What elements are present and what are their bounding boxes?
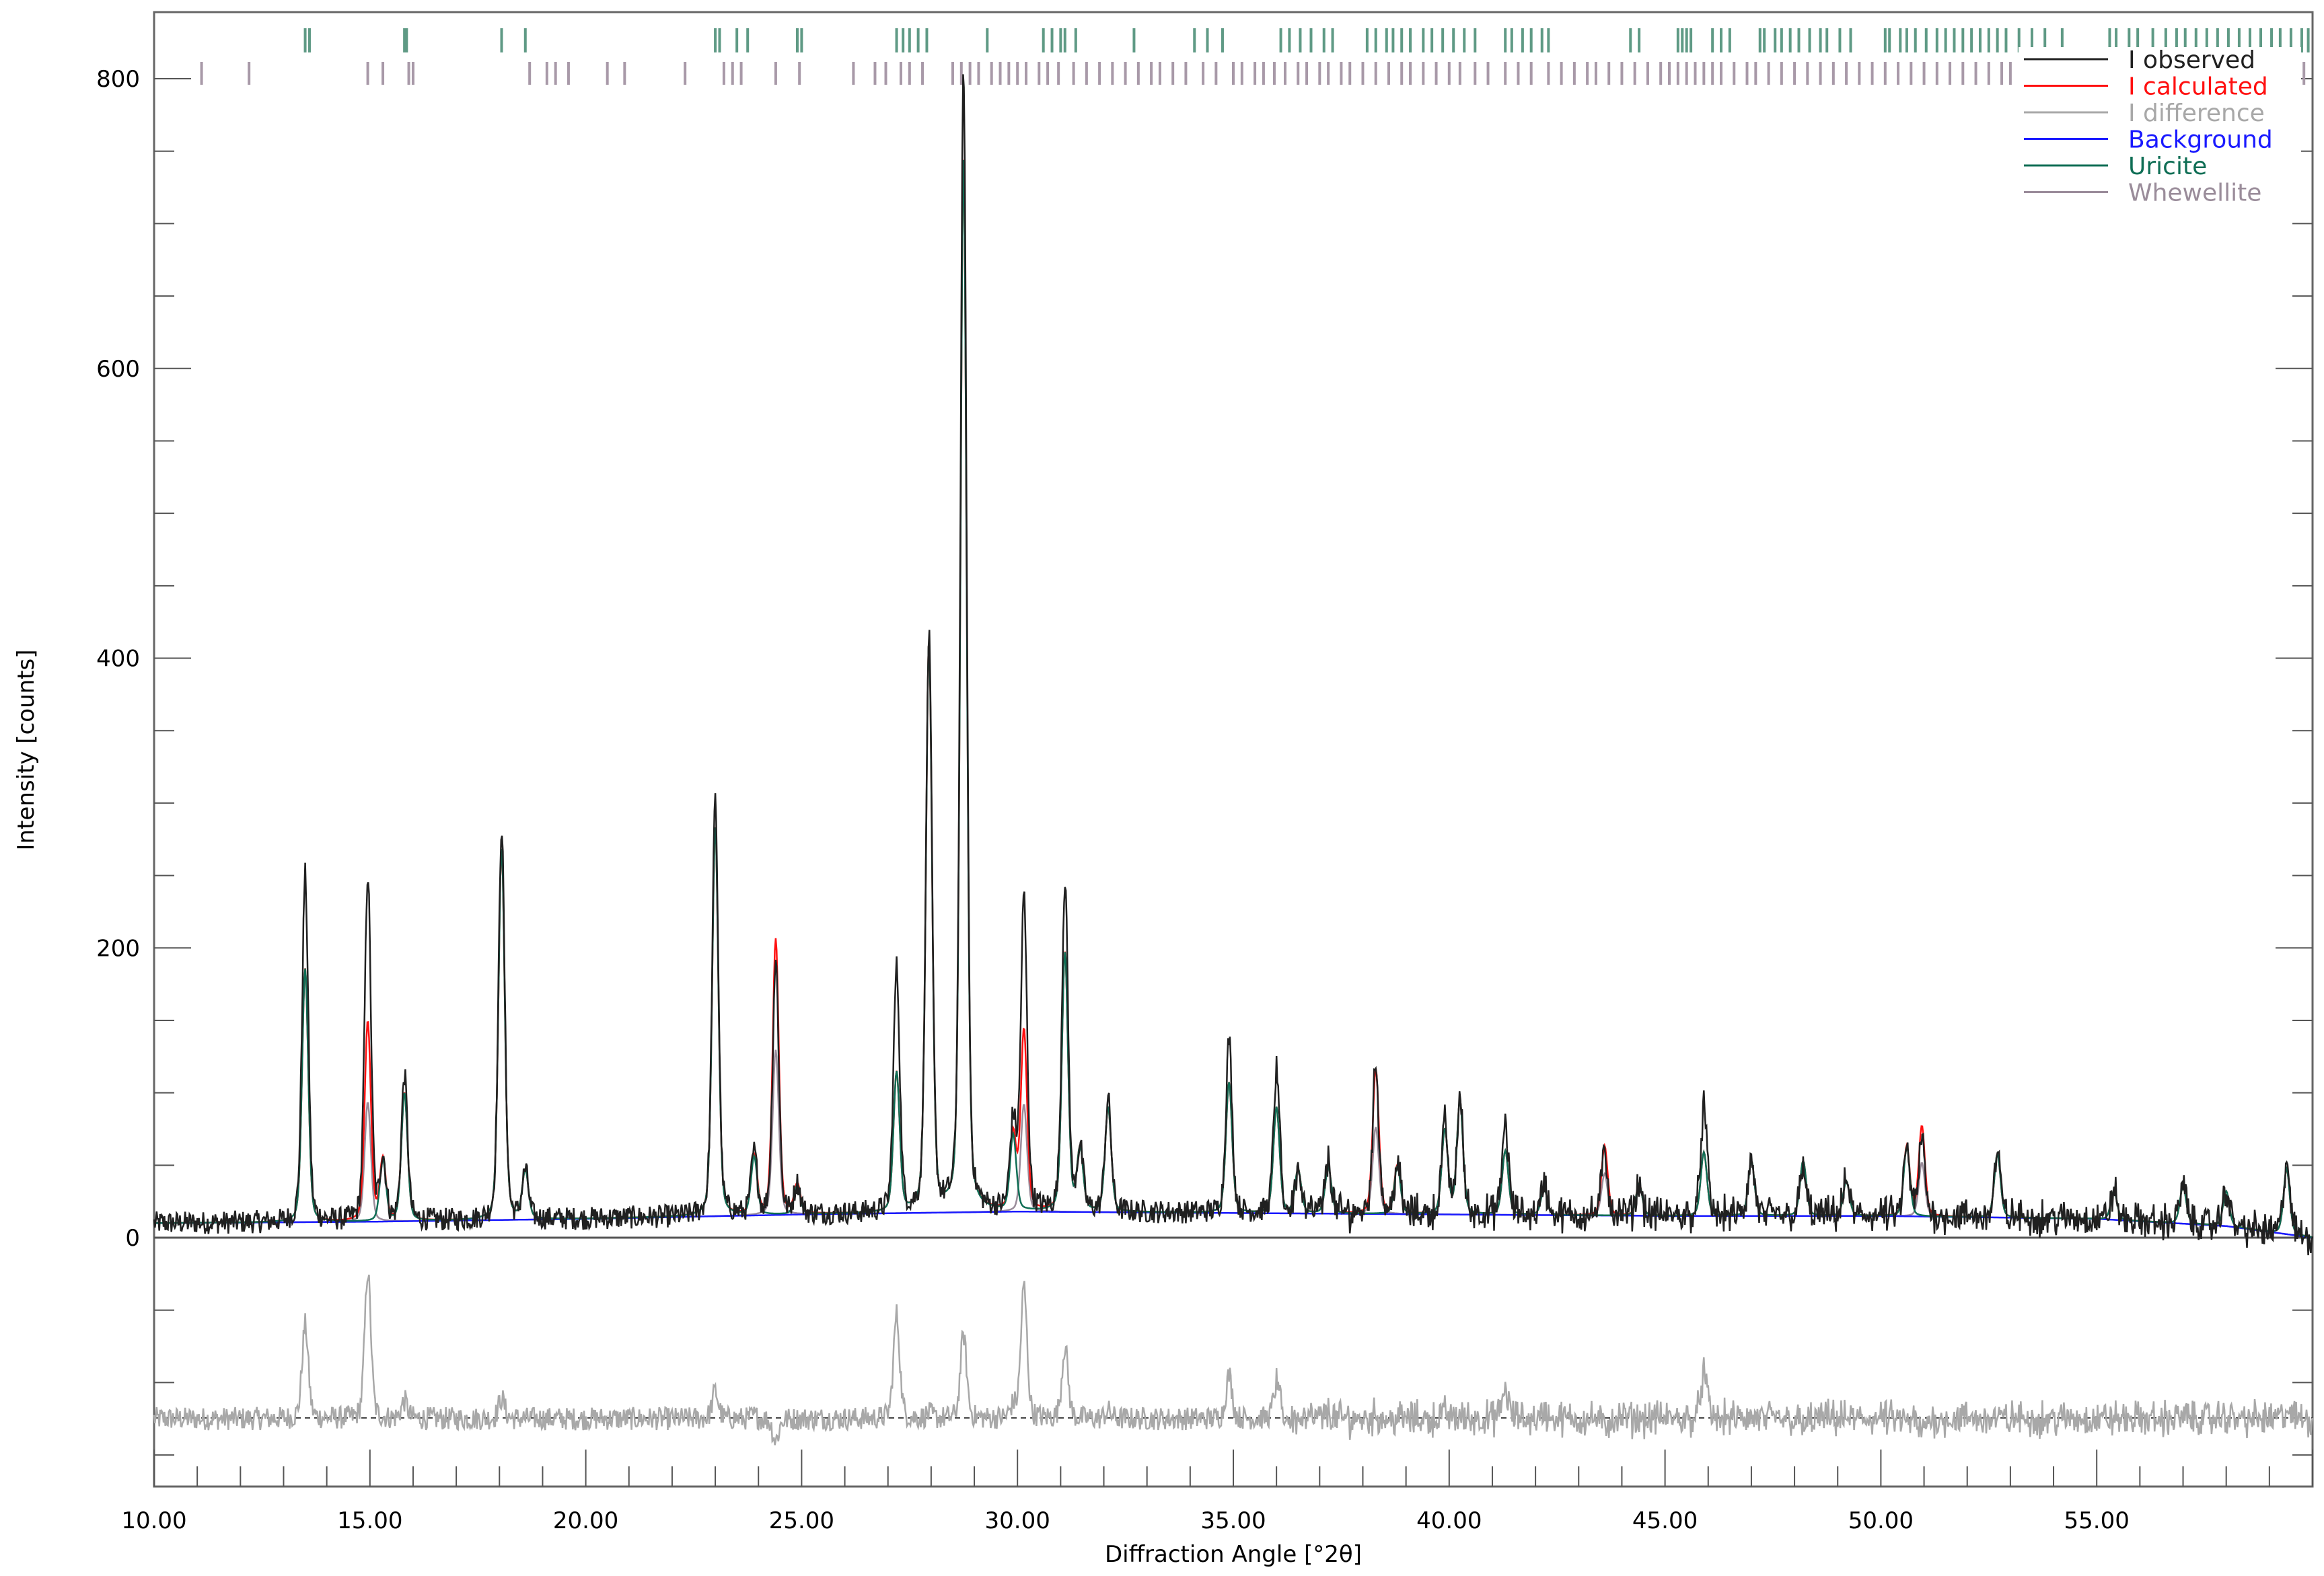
plot-frame	[153, 11, 2314, 1488]
y-tick-label: 800	[96, 66, 140, 93]
legend-label-observed: I observed	[2128, 46, 2255, 74]
legend-label-difference: I difference	[2128, 100, 2265, 127]
x-axis-title: Diffraction Angle [°2θ]	[1105, 1541, 1362, 1568]
y-tick-label: 600	[96, 356, 140, 383]
x-tick-label: 40.00	[1416, 1507, 1482, 1534]
y-tick-label: 0	[125, 1225, 140, 1252]
x-tick-label: 50.00	[1848, 1507, 1914, 1534]
y-tick-label: 400	[96, 646, 140, 673]
legend-label-whewellite: Whewellite	[2128, 180, 2261, 207]
xrd-chart: 10.00 15.00 20.00 25.00 30.00 35.00 40.00 45.00…	[13, 11, 2314, 1568]
legend-label-uricite: Uricite	[2128, 153, 2207, 180]
x-tick-label: 45.00	[1632, 1507, 1698, 1534]
x-tick-labels: 10.00 15.00 20.00 25.00 30.00 35.00 40.00 45.00…	[121, 1507, 2130, 1534]
x-tick-label: 10.00	[121, 1507, 186, 1534]
y-tick-label: 200	[96, 935, 140, 962]
x-tick-label: 30.00	[985, 1507, 1050, 1534]
legend: I observedI calculatedI differenceBackgr…	[2019, 46, 2301, 209]
x-tick-label: 35.00	[1200, 1507, 1266, 1534]
x-tick-label: 20.00	[553, 1507, 618, 1534]
x-tick-label: 55.00	[2064, 1507, 2130, 1534]
y-tick-labels: 0 200 400 600 800	[96, 66, 140, 1252]
x-tick-label: 25.00	[769, 1507, 834, 1534]
y-axis-title: Intensity [counts]	[13, 650, 40, 851]
legend-label-background: Background	[2128, 126, 2273, 154]
x-tick-label: 15.00	[337, 1507, 402, 1534]
legend-label-calculated: I calculated	[2128, 73, 2268, 101]
